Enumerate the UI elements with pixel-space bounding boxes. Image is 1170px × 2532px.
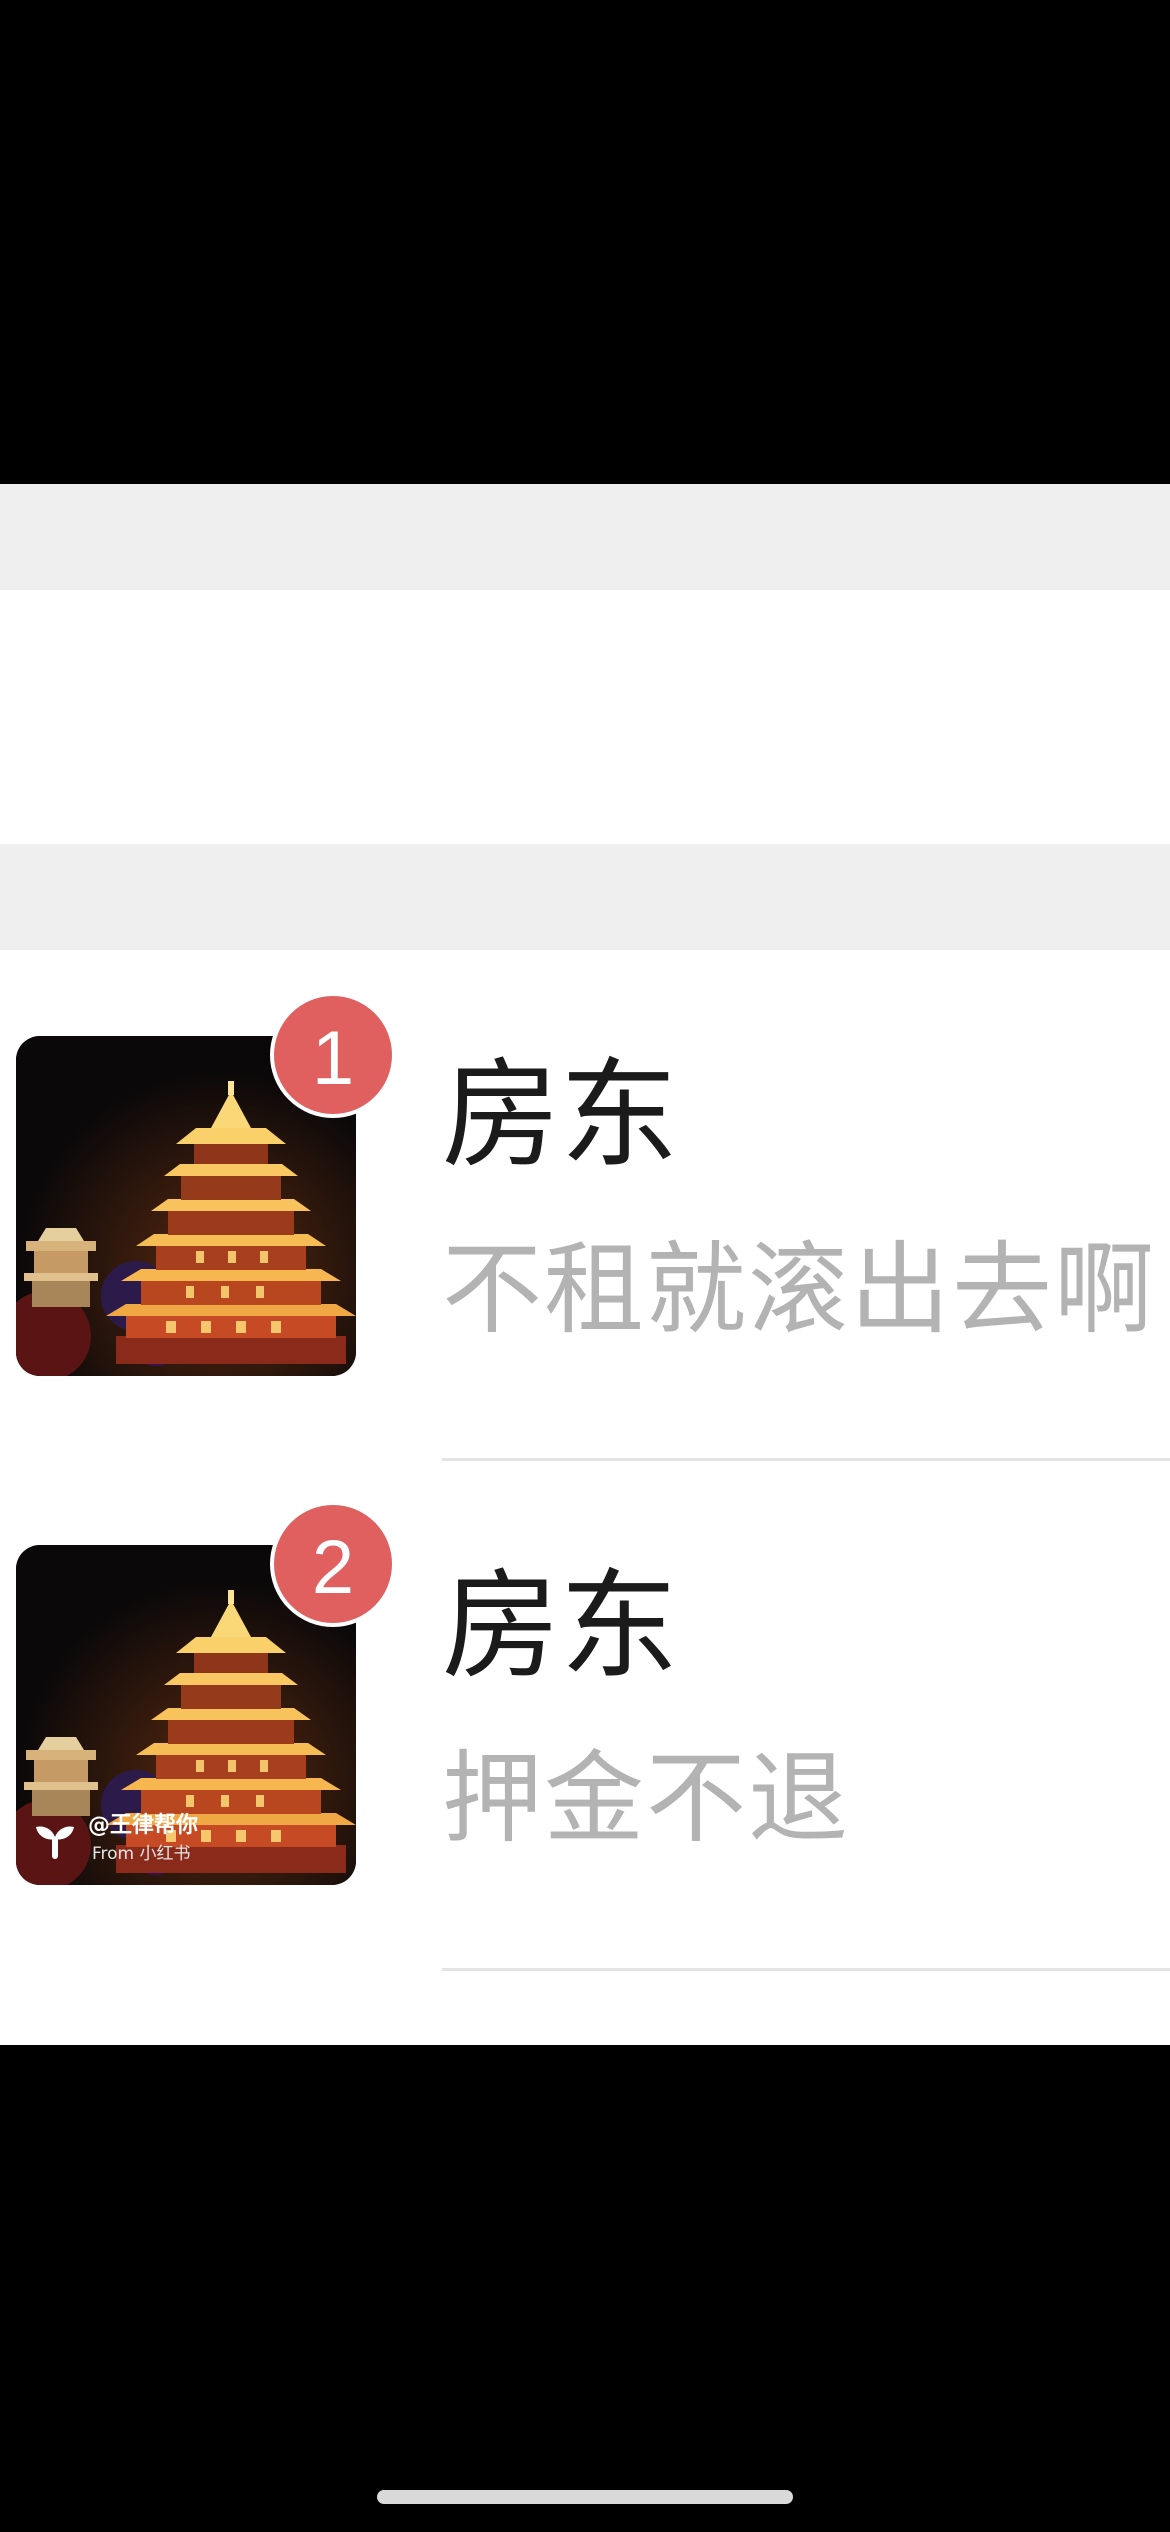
chat-preview: 押金不退 bbox=[442, 1740, 850, 1857]
chat-row-landlord-2[interactable]: @王律帮你 From 小红书 2 房东 押金不退 bbox=[0, 1461, 1170, 1971]
home-indicator[interactable] bbox=[377, 2490, 793, 2504]
chat-title: 房东 bbox=[442, 1046, 679, 1184]
top-black-bar bbox=[0, 0, 1170, 484]
avatar-container[interactable]: 1 bbox=[16, 992, 396, 1376]
bottom-black-bar bbox=[0, 2045, 1170, 2532]
chat-row-landlord-1[interactable]: 1 房东 不租就滚出去啊 bbox=[0, 950, 1170, 1461]
unread-badge: 1 bbox=[270, 992, 396, 1118]
section-separator bbox=[0, 844, 1170, 950]
image-watermark: @王律帮你 From 小红书 bbox=[30, 1805, 230, 1875]
row-divider bbox=[442, 1968, 1170, 1971]
chat-preview: 不租就滚出去啊 bbox=[442, 1231, 1156, 1348]
empty-list-section bbox=[0, 590, 1170, 844]
watermark-source: From 小红书 bbox=[92, 1844, 191, 1864]
unread-badge: 2 bbox=[270, 1501, 396, 1627]
chat-title: 房东 bbox=[442, 1557, 679, 1695]
avatar-container[interactable]: @王律帮你 From 小红书 2 bbox=[16, 1501, 396, 1885]
section-separator bbox=[0, 484, 1170, 590]
chat-list: 1 房东 不租就滚出去啊 @王律帮你 From 小红书 2 房东 押金不退 bbox=[0, 950, 1170, 2045]
xiaohongshu-logo-icon bbox=[36, 1826, 74, 1859]
watermark-author: @王律帮你 bbox=[88, 1813, 199, 1838]
